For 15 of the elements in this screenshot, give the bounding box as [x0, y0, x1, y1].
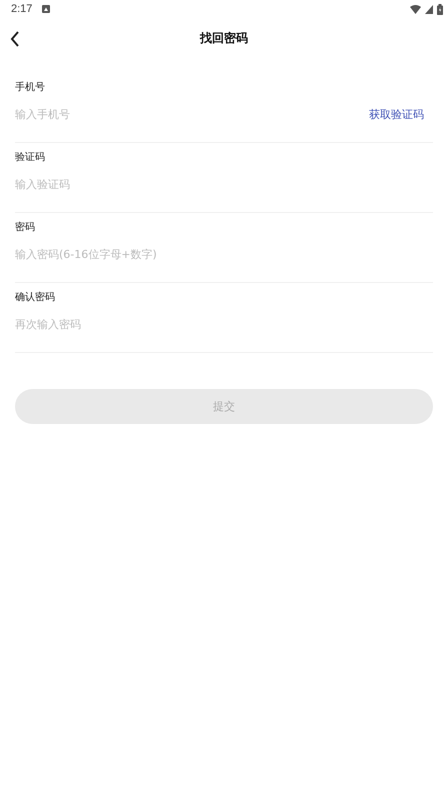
field-label: 验证码 — [15, 152, 46, 164]
notification-icon — [42, 5, 50, 13]
page-title: 找回密码 — [200, 30, 248, 46]
battery-icon — [437, 4, 443, 14]
field-label: 确认密码 — [15, 292, 56, 304]
wifi-icon — [410, 4, 421, 14]
field-label: 手机号 — [15, 82, 46, 94]
input-field[interactable]: 输入手机号 — [15, 108, 369, 120]
input-field[interactable]: 输入密码(6-16位字母+数字) — [15, 248, 433, 260]
get-code-link[interactable]: 获取验证码 — [369, 106, 433, 122]
signal-icon — [425, 4, 433, 14]
input-field[interactable]: 再次输入密码 — [15, 318, 433, 330]
status-time: 2:17 — [11, 3, 32, 15]
field-label: 密码 — [15, 222, 36, 234]
input-field[interactable]: 输入验证码 — [15, 178, 433, 190]
